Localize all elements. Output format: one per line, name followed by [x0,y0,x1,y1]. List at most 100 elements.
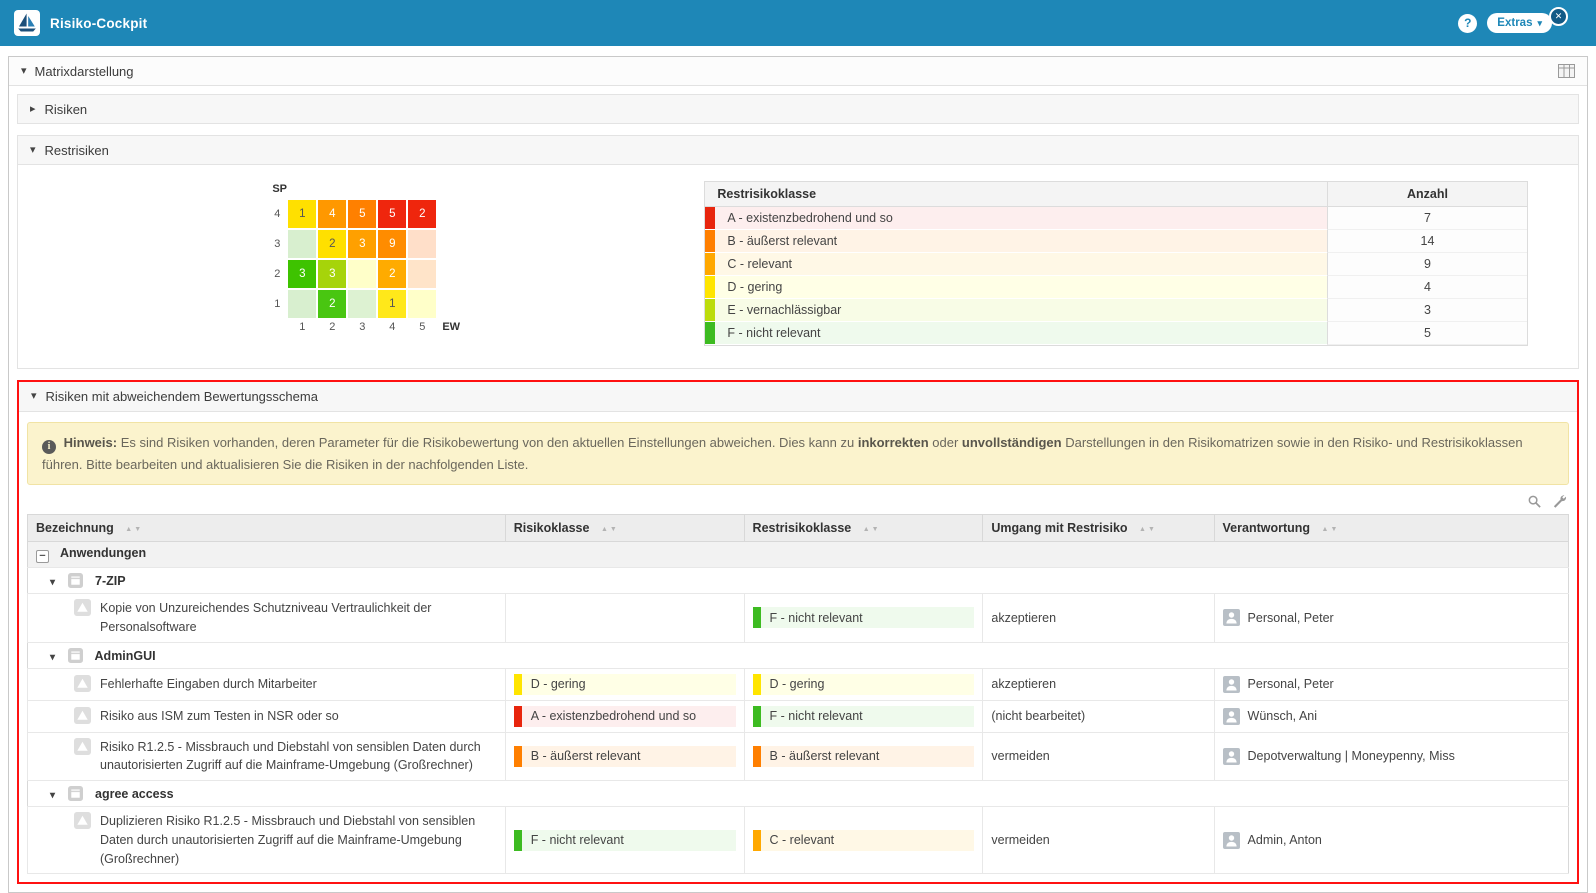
person-icon [1223,708,1240,725]
matrix-cell[interactable]: 3 [318,260,346,288]
verantwortung-cell: Wünsch, Ani [1214,700,1568,732]
subgroup-row-7zip[interactable]: ▾ 7-ZIP [28,568,1569,594]
legend-header-row: Restrisikoklasse Anzahl [705,182,1527,207]
hint-bold: inkorrekten [858,435,929,450]
caret-down-icon[interactable]: ▾ [50,577,55,588]
app-logo-icon [14,10,40,36]
matrix-row: 1 2 1 [262,290,460,318]
restrisiko-class-row[interactable]: F - nicht relevant 5 [705,322,1527,345]
sort-icon: ▲▼ [601,526,617,533]
app-title: Risiko-Cockpit [50,16,147,31]
info-icon: i [42,440,56,454]
legend-col-count: Anzahl [1327,182,1527,206]
restrisiko-class-row[interactable]: D - gering 4 [705,276,1527,299]
app-header: Risiko-Cockpit ? Extras ▾ [0,0,1596,46]
matrix-cell[interactable]: 2 [408,200,436,228]
class-label: F - nicht relevant [715,322,832,344]
section-header-matrixdarstellung[interactable]: ▾ Matrixdarstellung [9,57,1587,86]
collapse-minus-icon[interactable]: − [36,550,49,563]
verantwortung-cell: Personal, Peter [1214,594,1568,643]
risk-row[interactable]: Risiko R1.2.5 - Missbrauch und Diebstahl… [28,732,1569,781]
matrix-x-tick: 3 [348,321,376,333]
risk-row[interactable]: Kopie von Unzureichendes Schutzniveau Ve… [28,594,1569,643]
matrix-cell[interactable]: 2 [318,230,346,258]
sort-icon: ▲▼ [863,526,879,533]
subgroup-label: 7-ZIP [95,574,126,588]
matrix-y-axis-label: SP [272,183,460,195]
group-row-anwendungen[interactable]: − Anwendungen [28,542,1569,568]
matrix-cell[interactable]: 2 [318,290,346,318]
matrix-cell[interactable]: 4 [318,200,346,228]
section-title: Restrisiken [45,143,109,158]
matrix-row: 4 1 4 5 5 2 [262,200,460,228]
caret-down-icon: ▾ [30,145,36,156]
restrisiken-body: SP 4 1 4 5 5 2 3 2 [17,165,1579,369]
matrix-cell[interactable]: 5 [378,200,406,228]
grid-icon [1558,64,1575,78]
subgroup-row-agree-access[interactable]: ▾ agree access [28,781,1569,807]
umgang-cell: (nicht bearbeitet) [983,700,1214,732]
responsible-name: Depotverwaltung | Moneypenny, Miss [1248,749,1455,763]
restrisikoklasse-cell: F - nicht relevant [744,594,983,643]
column-header-restrisikoklasse[interactable]: Restrisikoklasse ▲▼ [744,515,983,542]
hint-text: oder [932,435,958,450]
restrisiko-class-table: Restrisikoklasse Anzahl A - existenzbedr… [704,181,1528,346]
risk-name: Risiko aus ISM zum Testen in NSR oder so [100,707,339,726]
matrix-cell[interactable]: 9 [378,230,406,258]
extras-button[interactable]: Extras ▾ [1487,13,1552,33]
section-header-restrisiken[interactable]: ▾ Restrisiken [17,135,1579,165]
risk-icon [74,812,91,829]
column-header-bezeichnung[interactable]: Bezeichnung ▲▼ [28,515,506,542]
matrix-row: 2 3 3 2 [262,260,460,288]
restrisiko-class-row[interactable]: B - äußerst relevant 14 [705,230,1527,253]
responsible-name: Wünsch, Ani [1248,709,1317,723]
column-header-verantwortung[interactable]: Verantwortung ▲▼ [1214,515,1568,542]
section-header-risiken[interactable]: ▸ Risiken [17,94,1579,124]
caret-down-icon[interactable]: ▾ [50,652,55,663]
help-button[interactable]: ? [1458,14,1477,33]
responsible-name: Admin, Anton [1248,833,1322,847]
class-label: E - vernachlässigbar [715,299,853,321]
matrix-y-tick: 3 [262,238,288,250]
hint-bold: unvollständigen [962,435,1062,450]
risikoklasse-cell: F - nicht relevant [505,807,744,874]
column-header-umgang[interactable]: Umgang mit Restrisiko ▲▼ [983,515,1214,542]
matrix-cell[interactable]: 3 [348,230,376,258]
class-color-swatch [705,322,715,344]
settings-button[interactable] [1552,494,1567,509]
search-button[interactable] [1527,494,1542,509]
matrix-cell[interactable]: 1 [378,290,406,318]
class-count: 3 [1327,299,1527,322]
subgroup-label: AdminGUI [95,649,156,663]
matrix-x-tick: 1 [288,321,316,333]
subgroup-row-admingui[interactable]: ▾ AdminGUI [28,642,1569,668]
matrix-y-tick: 2 [262,268,288,280]
matrix-cell[interactable]: 2 [378,260,406,288]
matrix-cell[interactable]: 5 [348,200,376,228]
risk-icon [74,707,91,724]
section-abweichende-risiken: ▾ Risiken mit abweichendem Bewertungssch… [17,380,1579,884]
close-button[interactable]: ✕ [1549,7,1568,26]
matrix-cell [288,290,316,318]
matrix-row: 3 2 3 9 [262,230,460,258]
risk-name: Kopie von Unzureichendes Schutzniveau Ve… [100,599,497,637]
matrix-x-tick: 4 [378,321,406,333]
risk-row[interactable]: Risiko aus ISM zum Testen in NSR oder so… [28,700,1569,732]
risk-row[interactable]: Fehlerhafte Eingaben durch Mitarbeiter D… [28,668,1569,700]
extras-label: Extras [1497,17,1532,29]
matrix-x-axis-label: EW [442,321,460,333]
risk-row[interactable]: Duplizieren Risiko R1.2.5 - Missbrauch u… [28,807,1569,874]
matrix-cell [348,290,376,318]
column-header-risikoklasse[interactable]: Risikoklasse ▲▼ [505,515,744,542]
restrisiko-class-row[interactable]: C - relevant 9 [705,253,1527,276]
matrix-cell[interactable]: 3 [288,260,316,288]
section-header-abweichend[interactable]: ▾ Risiken mit abweichendem Bewertungssch… [19,382,1577,412]
grid-layout-button[interactable] [1558,64,1575,78]
matrix-cell[interactable]: 1 [288,200,316,228]
risk-icon [74,738,91,755]
caret-down-icon[interactable]: ▾ [50,790,55,801]
restrisiko-class-row[interactable]: A - existenzbedrohend und so 7 [705,207,1527,230]
matrix-x-tick: 5 [408,321,436,333]
class-color-swatch [705,276,715,298]
restrisiko-class-row[interactable]: E - vernachlässigbar 3 [705,299,1527,322]
